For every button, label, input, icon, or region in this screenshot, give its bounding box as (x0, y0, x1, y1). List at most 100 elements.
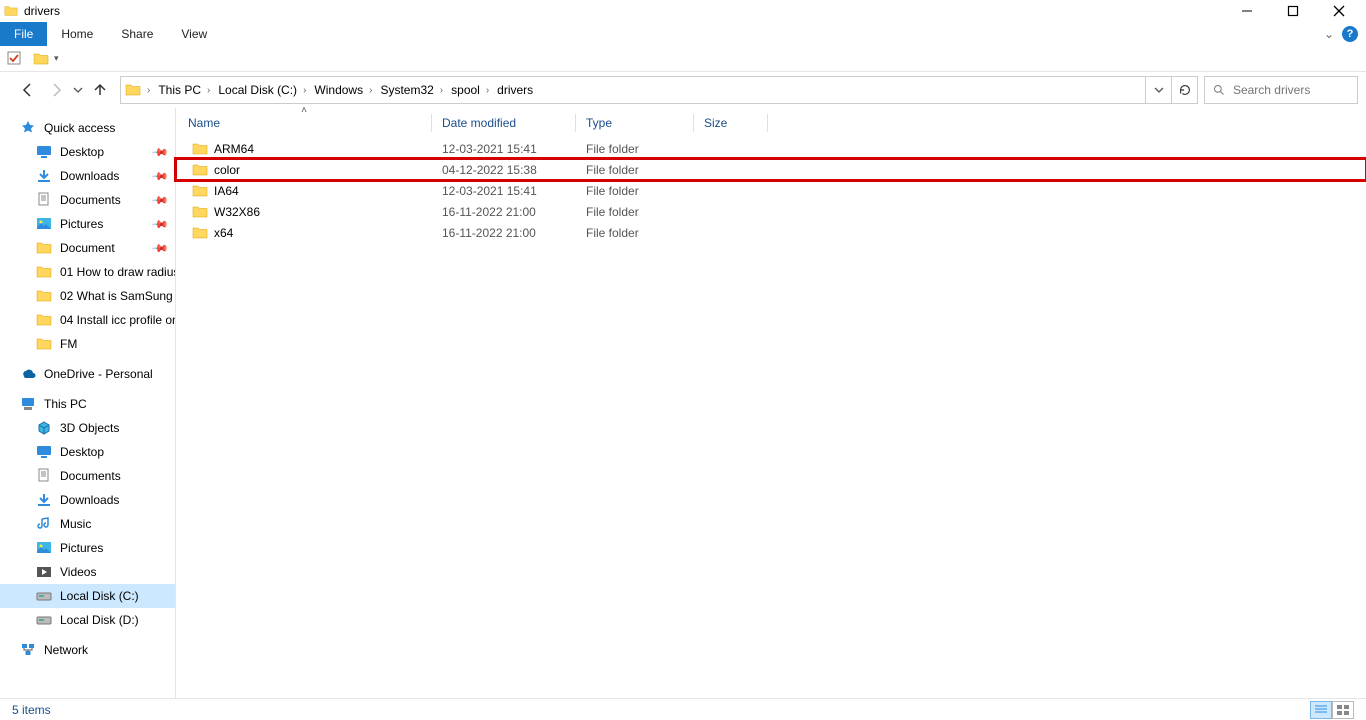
search-input[interactable] (1233, 83, 1349, 97)
column-label: Name (188, 116, 220, 130)
details-view-button[interactable] (1310, 701, 1332, 719)
tab-share[interactable]: Share (107, 22, 167, 46)
breadcrumb-separator[interactable]: › (145, 85, 152, 96)
breadcrumb-separator[interactable]: › (438, 85, 445, 96)
window-folder-icon (4, 4, 18, 18)
tab-home[interactable]: Home (47, 22, 107, 46)
sidebar-item[interactable]: Desktop (0, 440, 175, 464)
refresh-button[interactable] (1171, 77, 1197, 103)
sidebar-item[interactable]: Pictures (0, 536, 175, 560)
sidebar-label: Network (44, 643, 88, 657)
sidebar-item[interactable]: Music (0, 512, 175, 536)
maximize-button[interactable] (1270, 0, 1316, 22)
qat-newfolder-button[interactable] (30, 48, 52, 70)
sidebar-item[interactable]: Local Disk (D:) (0, 608, 175, 632)
file-type: File folder (576, 226, 694, 240)
sidebar-item-label: Desktop (60, 145, 104, 159)
sidebar-item-label: Downloads (60, 169, 119, 183)
sidebar-item-label: Local Disk (D:) (60, 613, 139, 627)
recent-locations-button[interactable] (70, 76, 86, 104)
sidebar-item[interactable]: 3D Objects (0, 416, 175, 440)
table-row[interactable]: ARM64 12-03-2021 15:41 File folder (176, 138, 1366, 159)
folder-icon (192, 141, 208, 157)
sidebar-network[interactable]: Network (0, 638, 175, 662)
file-name: x64 (214, 226, 233, 240)
sidebar-item[interactable]: Downloads 📌 (0, 164, 175, 188)
breadcrumb-separator[interactable]: › (484, 85, 491, 96)
minimize-button[interactable] (1224, 0, 1270, 22)
forward-button[interactable] (42, 76, 70, 104)
sidebar-item[interactable]: Documents 📌 (0, 188, 175, 212)
sidebar-item[interactable]: Document 📌 (0, 236, 175, 260)
breadcrumb-separator[interactable]: › (205, 85, 212, 96)
breadcrumb-item[interactable]: Local Disk (C:) (212, 77, 301, 103)
file-date: 16-11-2022 21:00 (432, 226, 576, 240)
chevron-down-icon (73, 85, 83, 95)
back-button[interactable] (14, 76, 42, 104)
file-date: 04-12-2022 15:38 (432, 163, 576, 177)
pin-icon: 📌 (151, 215, 170, 234)
arrow-right-icon (48, 82, 64, 98)
column-name[interactable]: Name ˄ (176, 108, 432, 138)
table-row[interactable]: color 04-12-2022 15:38 File folder (176, 159, 1366, 180)
close-button[interactable] (1316, 0, 1362, 22)
3dobjects-icon (36, 420, 52, 436)
quick-access-toolbar: ▾ (0, 46, 1366, 72)
tab-view[interactable]: View (167, 22, 221, 46)
sidebar-item[interactable]: Desktop 📌 (0, 140, 175, 164)
breadcrumb-separator[interactable]: › (301, 85, 308, 96)
sidebar-label: Quick access (44, 121, 115, 135)
sidebar-this-pc[interactable]: This PC (0, 392, 175, 416)
folder-icon (192, 183, 208, 199)
help-button[interactable]: ? (1342, 26, 1358, 42)
pin-icon: 📌 (151, 167, 170, 186)
table-row[interactable]: W32X86 16-11-2022 21:00 File folder (176, 201, 1366, 222)
search-box[interactable] (1204, 76, 1358, 104)
up-button[interactable] (86, 76, 114, 104)
status-bar: 5 items (0, 698, 1366, 720)
qat-properties-button[interactable] (4, 48, 26, 70)
sidebar-item[interactable]: 02 What is SamSung c (0, 284, 175, 308)
column-size[interactable]: Size (694, 108, 768, 138)
chevron-down-icon (1154, 85, 1164, 95)
navigation-pane: Quick access Desktop 📌 Downloads 📌 Docum… (0, 108, 176, 698)
column-date-modified[interactable]: Date modified (432, 108, 576, 138)
sidebar-quick-access[interactable]: Quick access (0, 116, 175, 140)
breadcrumb-item[interactable]: spool (445, 77, 484, 103)
sidebar-item[interactable]: Videos (0, 560, 175, 584)
sidebar-item[interactable]: Pictures 📌 (0, 212, 175, 236)
sidebar-item-label: 01 How to draw radius (60, 265, 175, 279)
qat-dropdown[interactable]: ▾ (54, 53, 59, 64)
address-history-button[interactable] (1145, 77, 1171, 103)
sidebar-item[interactable]: Documents (0, 464, 175, 488)
breadcrumb-item[interactable]: Windows (308, 77, 367, 103)
documents-icon (36, 192, 52, 208)
file-date: 12-03-2021 15:41 (432, 142, 576, 156)
breadcrumb-separator[interactable]: › (367, 85, 374, 96)
table-row[interactable]: IA64 12-03-2021 15:41 File folder (176, 180, 1366, 201)
sidebar-item[interactable]: FM (0, 332, 175, 356)
sidebar-item[interactable]: Downloads (0, 488, 175, 512)
ribbon-collapse-button[interactable]: ⌄ (1324, 27, 1334, 41)
sidebar-item[interactable]: 04 Install icc profile on (0, 308, 175, 332)
status-text: 5 items (12, 703, 51, 717)
address-bar[interactable]: › This PC › Local Disk (C:) › Windows › … (120, 76, 1198, 104)
large-icons-view-button[interactable] (1332, 701, 1354, 719)
pictures-icon (36, 540, 52, 556)
sidebar-item-label: Documents (60, 193, 121, 207)
column-type[interactable]: Type (576, 108, 694, 138)
folder-icon (192, 162, 208, 178)
sidebar-item[interactable]: 01 How to draw radius (0, 260, 175, 284)
arrow-left-icon (20, 82, 36, 98)
tab-file[interactable]: File (0, 22, 47, 46)
table-row[interactable]: x64 16-11-2022 21:00 File folder (176, 222, 1366, 243)
sidebar-item[interactable]: Local Disk (C:) (0, 584, 175, 608)
pictures-icon (36, 216, 52, 232)
breadcrumb-item[interactable]: drivers (491, 77, 537, 103)
minimize-icon (1241, 5, 1253, 17)
breadcrumb-item[interactable]: System32 (374, 77, 437, 103)
file-type: File folder (576, 163, 694, 177)
sidebar-onedrive[interactable]: OneDrive - Personal (0, 362, 175, 386)
file-type: File folder (576, 142, 694, 156)
breadcrumb-item[interactable]: This PC (152, 77, 205, 103)
